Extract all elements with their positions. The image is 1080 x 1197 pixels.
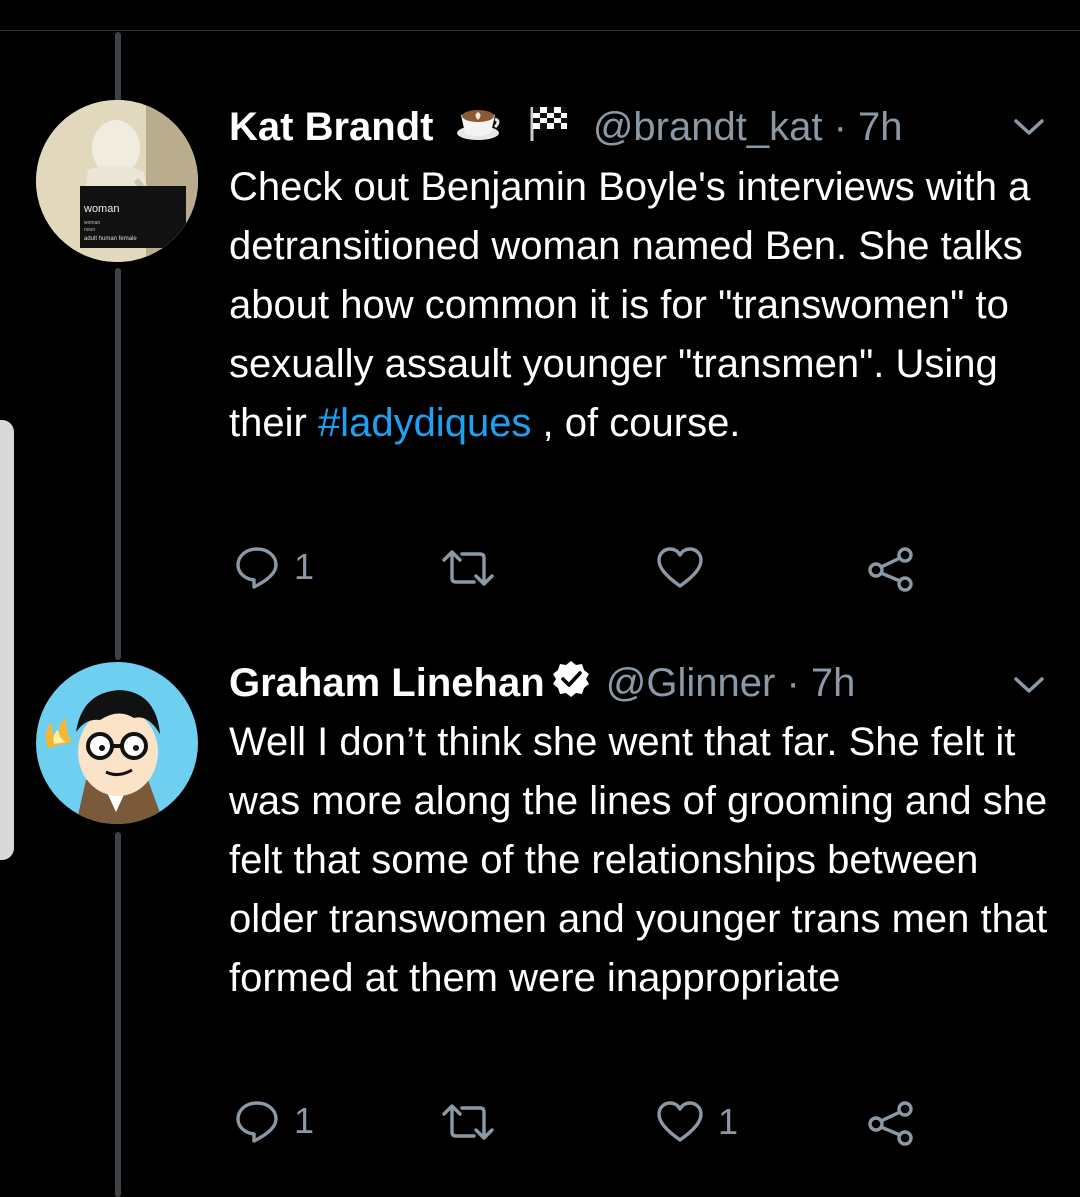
retweet-icon (442, 1104, 494, 1140)
user-handle[interactable]: @Glinner (606, 661, 776, 705)
tweet[interactable]: Graham Linehan @Glinner · 7h Well I don’… (0, 0, 1080, 1197)
like-count: 1 (718, 1101, 739, 1142)
share-icon (868, 1101, 913, 1146)
reply-icon (236, 1101, 278, 1143)
share-button[interactable] (866, 1098, 916, 1148)
reply-button[interactable]: 1 (234, 1098, 314, 1144)
reply-count: 1 (294, 1100, 315, 1141)
tweet-text: Well I don’t think she went that far. Sh… (229, 720, 1048, 1000)
like-button[interactable]: 1 (656, 1100, 738, 1144)
timestamp[interactable]: 7h (811, 661, 856, 705)
avatar-image (36, 662, 198, 824)
avatar[interactable] (36, 662, 198, 824)
separator-dot: · (786, 661, 800, 705)
verified-badge-icon (551, 659, 591, 711)
display-name[interactable]: Graham Linehan (229, 661, 545, 705)
chevron-down-icon[interactable] (1012, 670, 1046, 705)
tweet-actions: 1 1 (0, 1094, 1080, 1154)
heart-icon (657, 1101, 703, 1142)
retweet-button[interactable] (440, 1102, 510, 1142)
tweet-header: Graham Linehan @Glinner · 7h (229, 658, 855, 711)
